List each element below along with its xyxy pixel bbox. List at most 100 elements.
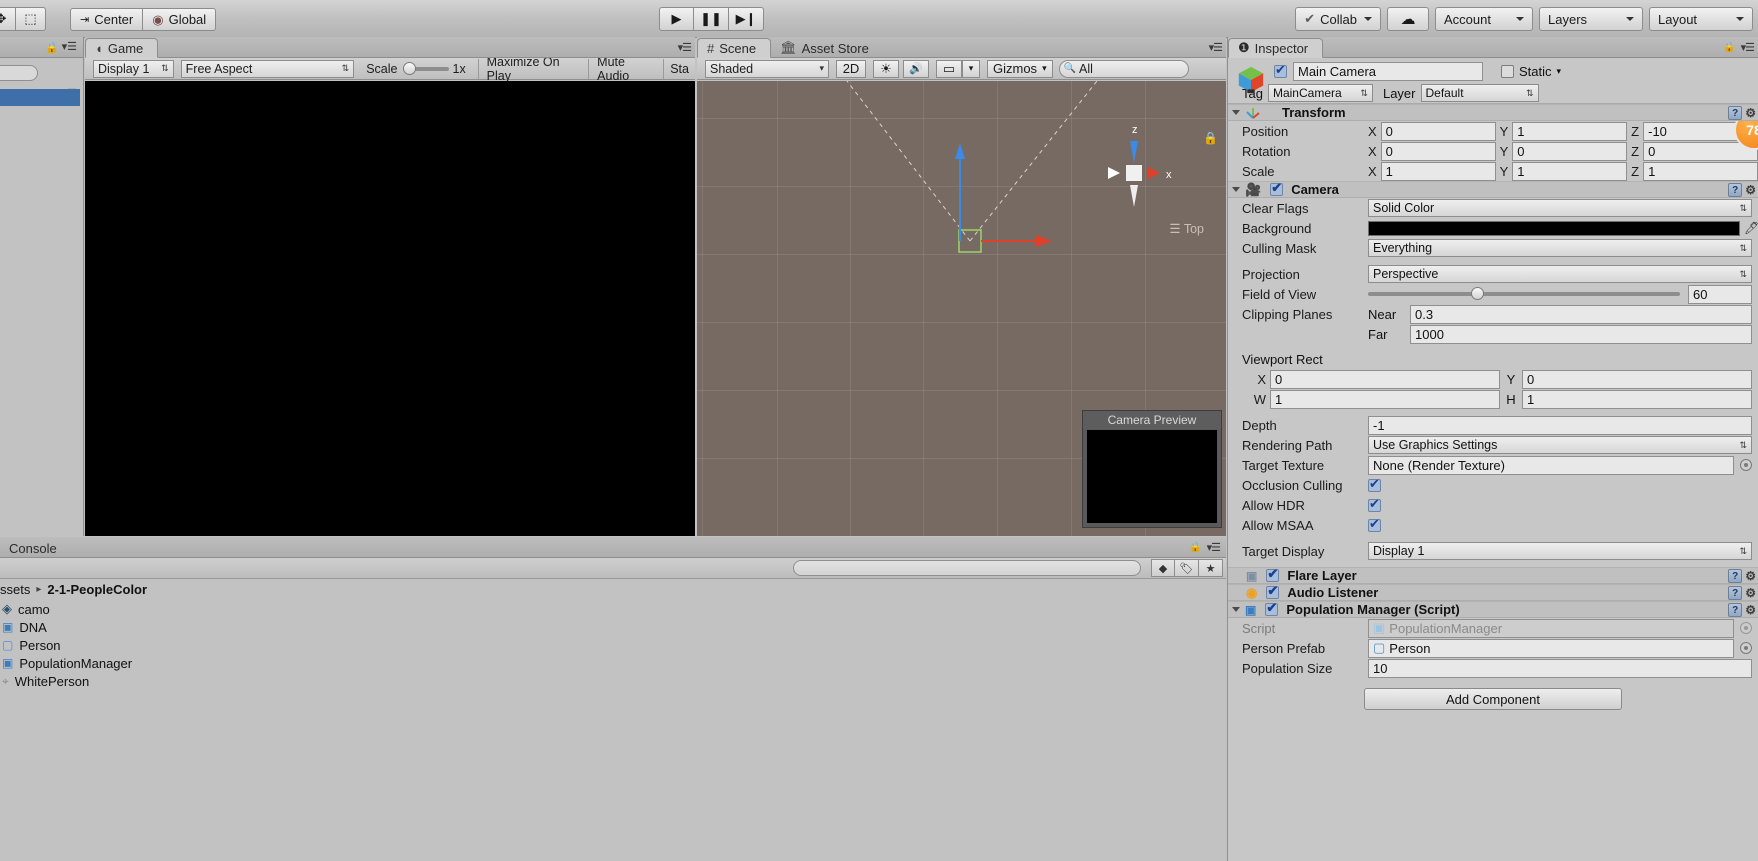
display-dropdown[interactable]: Display 1 ⇅ [93, 59, 174, 78]
audio-listener-enabled-checkbox[interactable] [1266, 583, 1280, 599]
list-item[interactable]: ▣ PopulationManager [0, 654, 1226, 672]
scene-lighting-icon[interactable]: ☀ [873, 59, 899, 78]
aspect-dropdown[interactable]: Free Aspect ⇅ [180, 59, 355, 78]
viewport-w-input[interactable]: 1 [1270, 389, 1500, 409]
component-header-transform[interactable]: Transform ? ⚙ [1228, 104, 1758, 121]
rotation-x-input[interactable]: 0 [1380, 141, 1496, 161]
step-button[interactable]: ▶❙ [729, 7, 764, 31]
scene-viewport[interactable]: z x 🔒 ☰ Top Camera Preview [697, 81, 1226, 536]
tab-game[interactable]: ◖ Game [85, 38, 159, 58]
stats-toggle[interactable]: Sta [664, 62, 695, 76]
component-header-population-manager[interactable]: ▣ Population Manager (Script) ? ⚙ [1228, 600, 1758, 618]
object-picker-icon[interactable] [1740, 642, 1752, 654]
gear-icon[interactable]: ⚙ [1745, 603, 1756, 617]
near-clip-input[interactable]: 0.3 [1410, 304, 1752, 324]
space-toggle-button[interactable]: ◉ Global [143, 8, 217, 31]
lock-icon[interactable]: 🔒 [45, 41, 59, 54]
collab-button[interactable]: ✔ Collab [1295, 7, 1381, 31]
list-item[interactable]: ◈ camo [0, 600, 1226, 618]
position-y-input[interactable]: 1 [1512, 121, 1628, 141]
depth-input[interactable]: -1 [1368, 415, 1752, 435]
list-item[interactable]: ▢ Person [0, 636, 1226, 654]
help-icon[interactable]: ? [1728, 106, 1743, 120]
culling-mask-dropdown[interactable]: Everything ⇅ [1368, 239, 1752, 257]
scene-audio-icon[interactable]: 🔊 [903, 59, 929, 78]
target-texture-field[interactable]: None (Render Texture) [1368, 455, 1734, 475]
static-checkbox[interactable] [1501, 65, 1514, 78]
component-header-audio-listener[interactable]: ◉ Audio Listener ? ⚙ [1228, 583, 1758, 601]
pause-button[interactable]: ❚❚ [694, 7, 729, 31]
projection-dropdown[interactable]: Perspective ⇅ [1368, 265, 1752, 283]
gear-icon[interactable]: ⚙ [1745, 586, 1756, 600]
panel-menu-icon[interactable]: ▾☰ [1741, 41, 1755, 54]
allow-hdr-checkbox[interactable] [1368, 496, 1381, 512]
rendering-path-dropdown[interactable]: Use Graphics Settings ⇅ [1368, 436, 1752, 454]
far-clip-input[interactable]: 1000 [1410, 324, 1752, 344]
scene-fx-dropdown[interactable]: ▾ [962, 59, 980, 78]
fov-slider-handle[interactable] [1470, 287, 1484, 300]
rotation-y-input[interactable]: 0 [1512, 141, 1628, 161]
hierarchy-search-input[interactable] [0, 65, 38, 81]
background-color-swatch[interactable] [1368, 220, 1740, 236]
component-header-flare-layer[interactable]: ▣ Flare Layer ? ⚙ [1228, 566, 1758, 584]
clear-flags-dropdown[interactable]: Solid Color ⇅ [1368, 199, 1752, 217]
game-viewport[interactable] [85, 81, 695, 536]
maximize-on-play-toggle[interactable]: Maximize On Play [479, 55, 589, 83]
rect-tool-icon[interactable]: ⬚ [16, 7, 46, 31]
shading-mode-dropdown[interactable]: Shaded ▾ [705, 59, 829, 78]
tab-scene[interactable]: # Scene [697, 38, 772, 58]
toggle-2d-button[interactable]: 2D [836, 59, 866, 78]
position-x-input[interactable]: 0 [1380, 121, 1496, 141]
scene-view-orientation-label[interactable]: ☰ Top [1169, 221, 1204, 236]
tab-console[interactable]: Console [0, 538, 1226, 558]
account-button[interactable]: Account [1435, 7, 1533, 31]
pivot-toggle-button[interactable]: ⇥ Center [70, 8, 144, 31]
occlusion-culling-checkbox[interactable] [1368, 476, 1381, 492]
fov-input[interactable]: 60 [1688, 284, 1752, 304]
playback-controls[interactable]: ▶ ❚❚ ▶❙ [659, 7, 764, 31]
fov-slider[interactable] [1368, 287, 1680, 300]
list-item[interactable]: ⌖ WhitePerson [0, 672, 1226, 690]
gear-icon[interactable]: ⚙ [1745, 106, 1756, 120]
help-icon[interactable]: ? [1728, 569, 1743, 583]
tab-inspector[interactable]: ❶ Inspector [1228, 38, 1324, 58]
panel-menu-icon[interactable]: ▾☰ [678, 41, 692, 54]
allow-msaa-checkbox[interactable] [1368, 516, 1381, 532]
panel-menu-icon[interactable]: ▾☰ [1209, 41, 1223, 54]
panel-menu-icon[interactable]: ▾☰ [1207, 541, 1221, 554]
favorites-star-icon[interactable]: ★ [1199, 559, 1223, 577]
pivot-space-group[interactable]: ⇥ Center ◉ Global [70, 8, 217, 31]
person-prefab-field[interactable]: ▢ Person [1368, 638, 1734, 658]
transform-tool-group[interactable]: ✥ ⬚ [0, 7, 46, 31]
gear-icon[interactable]: ⚙ [1745, 569, 1756, 583]
gameobject-name-input[interactable]: Main Camera [1293, 62, 1483, 81]
scale-slider[interactable] [402, 61, 449, 75]
cloud-button[interactable]: ☁ [1387, 7, 1429, 31]
object-picker-icon[interactable] [1740, 459, 1752, 471]
layout-button[interactable]: Layout [1649, 7, 1753, 31]
population-manager-enabled-checkbox[interactable] [1265, 600, 1279, 616]
help-icon[interactable]: ? [1728, 603, 1743, 617]
mute-audio-toggle[interactable]: Mute Audio [589, 55, 663, 83]
chevron-down-icon[interactable]: ▾ [1557, 66, 1562, 77]
layer-dropdown[interactable]: Default ⇅ [1420, 84, 1539, 102]
project-search-input[interactable] [793, 560, 1141, 576]
help-icon[interactable]: ? [1728, 183, 1743, 197]
filter-by-label-icon[interactable]: 🏷 [1175, 559, 1199, 577]
component-header-camera[interactable]: 🎥 Camera ? ⚙ [1228, 180, 1758, 198]
filter-by-type-icon[interactable]: ◆ [1151, 559, 1175, 577]
breadcrumb-root[interactable]: ssets [0, 582, 30, 597]
breadcrumb-current[interactable]: 2-1-PeopleColor [47, 582, 147, 597]
hand-tool-icon[interactable]: ✥ [0, 7, 16, 31]
add-component-button[interactable]: Add Component [1364, 688, 1622, 710]
list-item[interactable]: ▣ DNA [0, 618, 1226, 636]
tab-asset-store[interactable]: 🏛 Asset Store [771, 38, 883, 58]
lock-icon[interactable]: 🔒 [1203, 131, 1218, 145]
viewport-h-input[interactable]: 1 [1522, 389, 1752, 409]
viewport-x-input[interactable]: 0 [1270, 369, 1500, 389]
foldout-icon[interactable] [1232, 187, 1240, 192]
scale-y-input[interactable]: 1 [1512, 161, 1628, 181]
panel-menu-icon[interactable]: ▾☰ [62, 40, 77, 53]
layers-button[interactable]: Layers [1539, 7, 1643, 31]
flare-layer-enabled-checkbox[interactable] [1266, 566, 1280, 582]
